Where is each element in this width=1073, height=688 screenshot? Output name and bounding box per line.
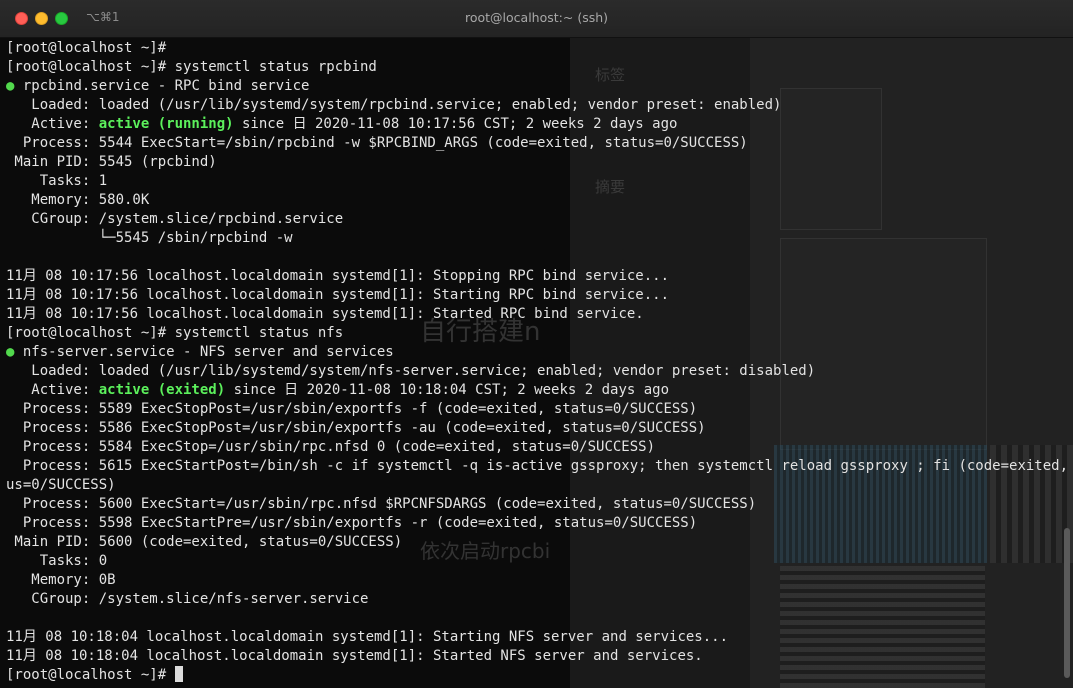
terminal-line: Loaded: loaded (/usr/lib/systemd/system/… bbox=[6, 362, 1066, 381]
terminal-line: Loaded: loaded (/usr/lib/systemd/system/… bbox=[6, 96, 1066, 115]
terminal-text: Loaded: loaded (/usr/lib/systemd/system/… bbox=[6, 97, 782, 113]
terminal-text: [root@localhost ~]# systemctl status nfs bbox=[6, 325, 344, 341]
terminal-text: 11月 08 10:17:56 localhost.localdomain sy… bbox=[6, 287, 670, 303]
terminal-text: Main PID: 5600 (code=exited, status=0/SU… bbox=[6, 534, 403, 550]
terminal-text: 11月 08 10:17:56 localhost.localdomain sy… bbox=[6, 268, 670, 284]
terminal-line: 11月 08 10:18:04 localhost.localdomain sy… bbox=[6, 647, 1066, 666]
terminal-line: Process: 5600 ExecStart=/usr/sbin/rpc.nf… bbox=[6, 495, 1066, 514]
terminal-line: Active: active (exited) since 日 2020-11-… bbox=[6, 381, 1066, 400]
terminal-line: Process: 5586 ExecStopPost=/usr/sbin/exp… bbox=[6, 419, 1066, 438]
terminal-line: CGroup: /system.slice/nfs-server.service bbox=[6, 590, 1066, 609]
terminal-text: └─5545 /sbin/rpcbind -w bbox=[6, 230, 293, 246]
terminal-line: Main PID: 5545 (rpcbind) bbox=[6, 153, 1066, 172]
terminal-text: 11月 08 10:18:04 localhost.localdomain sy… bbox=[6, 648, 703, 664]
terminal-line: Process: 5615 ExecStartPost=/bin/sh -c i… bbox=[6, 457, 1068, 476]
terminal-text: Memory: 0B bbox=[6, 572, 116, 588]
terminal-text: Process: 5589 ExecStopPost=/usr/sbin/exp… bbox=[6, 401, 698, 417]
terminal-line: ● rpcbind.service - RPC bind service bbox=[6, 77, 1066, 96]
terminal-line: 11月 08 10:17:56 localhost.localdomain sy… bbox=[6, 305, 1066, 324]
terminal-line: 11月 08 10:17:56 localhost.localdomain sy… bbox=[6, 267, 1066, 286]
terminal-text: us=0/SUCCESS) bbox=[6, 477, 116, 493]
terminal-text: Active: bbox=[6, 382, 99, 398]
terminal-line: [root@localhost ~]# systemctl status rpc… bbox=[6, 58, 1066, 77]
terminal-line: Memory: 0B bbox=[6, 571, 1066, 590]
window-title: root@localhost:~ (ssh) bbox=[464, 10, 609, 25]
terminal-line: ● nfs-server.service - NFS server and se… bbox=[6, 343, 1066, 362]
terminal-text: 11月 08 10:17:56 localhost.localdomain sy… bbox=[6, 306, 644, 322]
terminal-text: rpcbind.service - RPC bind service bbox=[14, 78, 310, 94]
terminal-text: Main PID: 5545 (rpcbind) bbox=[6, 154, 217, 170]
terminal-line: Active: active (running) since 日 2020-11… bbox=[6, 115, 1066, 134]
terminal-text: CGroup: /system.slice/nfs-server.service bbox=[6, 591, 369, 607]
terminal-text: nfs-server.service - NFS server and serv… bbox=[14, 344, 394, 360]
terminal-line: [root@localhost ~]# bbox=[6, 666, 1066, 685]
terminal-text: Loaded: loaded (/usr/lib/systemd/system/… bbox=[6, 363, 816, 379]
terminal-line: [root@localhost ~]# bbox=[6, 39, 1066, 58]
terminal-text: Process: 5586 ExecStopPost=/usr/sbin/exp… bbox=[6, 420, 706, 436]
terminal-text: Process: 5598 ExecStartPre=/usr/sbin/exp… bbox=[6, 515, 698, 531]
terminal-line: Memory: 580.0K bbox=[6, 191, 1066, 210]
terminal-text: since 日 2020-11-08 10:18:04 CST; 2 weeks… bbox=[225, 382, 670, 398]
terminal-line: 11月 08 10:17:56 localhost.localdomain sy… bbox=[6, 286, 1066, 305]
terminal-text: Process: 5615 ExecStartPost=/bin/sh -c i… bbox=[6, 458, 1073, 474]
terminal-line: Main PID: 5600 (code=exited, status=0/SU… bbox=[6, 533, 1066, 552]
scrollbar[interactable] bbox=[1064, 528, 1070, 678]
active-status-text: active (running) bbox=[98, 116, 234, 132]
terminal-text: 11月 08 10:18:04 localhost.localdomain sy… bbox=[6, 629, 729, 645]
terminal-text: [root@localhost ~]# bbox=[6, 667, 175, 683]
terminal-text: [root@localhost ~]# systemctl status rpc… bbox=[6, 59, 377, 75]
terminal-line: CGroup: /system.slice/rpcbind.service bbox=[6, 210, 1066, 229]
terminal-text: Process: 5544 ExecStart=/sbin/rpcbind -w… bbox=[6, 135, 748, 151]
terminal-line: Process: 5584 ExecStop=/usr/sbin/rpc.nfs… bbox=[6, 438, 1066, 457]
terminal-line: Process: 5589 ExecStopPost=/usr/sbin/exp… bbox=[6, 400, 1066, 419]
active-status-text: active (exited) bbox=[98, 382, 226, 398]
terminal-line: us=0/SUCCESS) bbox=[6, 476, 1066, 495]
terminal-text: Active: bbox=[6, 116, 99, 132]
terminal-text: Tasks: 1 bbox=[6, 173, 108, 189]
terminal-line: └─5545 /sbin/rpcbind -w bbox=[6, 229, 1066, 248]
terminal-output[interactable]: [root@localhost ~]# [root@localhost ~]# s… bbox=[6, 39, 1068, 685]
title-bar[interactable]: ⌥⌘1 root@localhost:~ (ssh) bbox=[0, 0, 1073, 38]
terminal-text: Memory: 580.0K bbox=[6, 192, 150, 208]
terminal-text: CGroup: /system.slice/rpcbind.service bbox=[6, 211, 344, 227]
terminal-text: since 日 2020-11-08 10:17:56 CST; 2 weeks… bbox=[233, 116, 678, 132]
terminal-line: [root@localhost ~]# systemctl status nfs bbox=[6, 324, 1066, 343]
terminal-line: Process: 5598 ExecStartPre=/usr/sbin/exp… bbox=[6, 514, 1066, 533]
terminal-text: Process: 5600 ExecStart=/usr/sbin/rpc.nf… bbox=[6, 496, 757, 512]
terminal-line: Process: 5544 ExecStart=/sbin/rpcbind -w… bbox=[6, 134, 1066, 153]
terminal-text: Tasks: 0 bbox=[6, 553, 108, 569]
terminal-text: [root@localhost ~]# bbox=[6, 40, 167, 56]
terminal-window: ⌥⌘1 root@localhost:~ (ssh) 标签 摘要 自行搭建n 依… bbox=[0, 0, 1073, 688]
terminal-line: Tasks: 0 bbox=[6, 552, 1066, 571]
terminal-line: Tasks: 1 bbox=[6, 172, 1066, 191]
terminal-text: Process: 5584 ExecStop=/usr/sbin/rpc.nfs… bbox=[6, 439, 656, 455]
text-cursor bbox=[174, 666, 183, 682]
terminal-line: 11月 08 10:18:04 localhost.localdomain sy… bbox=[6, 628, 1066, 647]
